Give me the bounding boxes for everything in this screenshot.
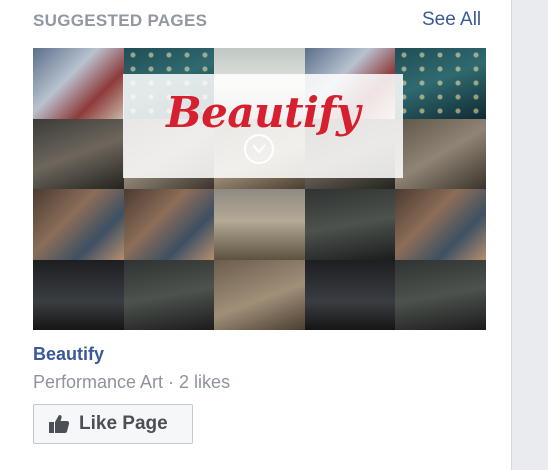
collage-tile — [214, 189, 305, 260]
thumbs-up-icon — [48, 414, 70, 439]
collage-tile — [33, 259, 124, 330]
like-page-label: Like Page — [79, 413, 168, 434]
page-cover-image[interactable]: Beautify — [33, 48, 486, 330]
collage-tile — [395, 118, 486, 189]
cover-title: Beautify — [166, 88, 360, 137]
section-title: SUGGESTED PAGES — [33, 11, 208, 30]
page-category-likes: Performance Art · 2 likes — [33, 372, 231, 392]
collage-tile — [33, 118, 124, 189]
collage-tile — [304, 189, 396, 260]
like-page-button[interactable]: Like Page — [33, 404, 193, 444]
collage-tile — [123, 189, 215, 260]
collage-tile — [33, 189, 124, 260]
chevron-down-icon[interactable] — [244, 134, 274, 164]
collage-tile — [123, 259, 215, 330]
collage-tile — [214, 259, 305, 330]
collage-tile — [304, 259, 396, 330]
suggested-pages-card: SUGGESTED PAGES See All Beautify Beautif… — [0, 0, 512, 470]
collage-tile — [33, 48, 124, 119]
collage-tile — [395, 48, 486, 119]
collage-tile — [395, 189, 486, 260]
collage-tile — [395, 259, 486, 330]
page-name-link[interactable]: Beautify — [33, 344, 104, 365]
see-all-link[interactable]: See All — [422, 9, 481, 31]
